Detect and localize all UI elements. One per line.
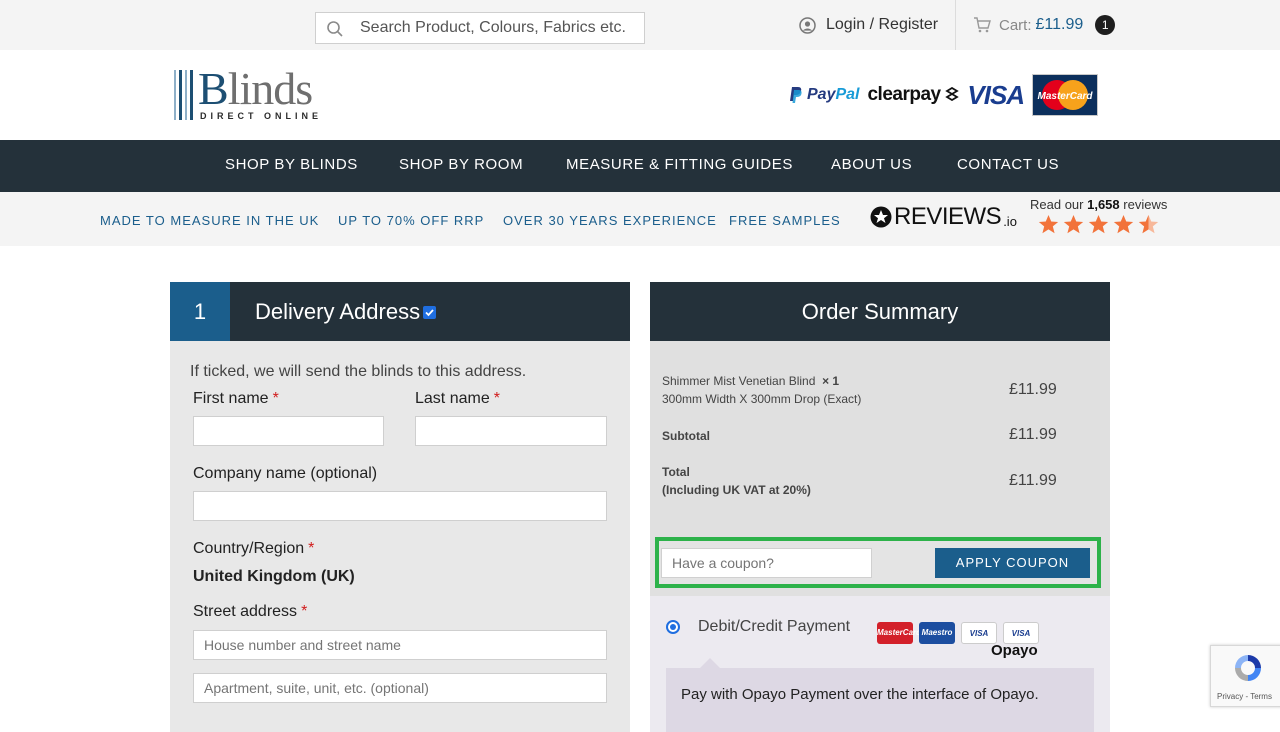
cart-icon <box>974 17 991 33</box>
street-address-input[interactable] <box>193 630 607 660</box>
payment-logos: PayPal clearpay VISA MasterCard <box>789 73 1099 117</box>
line-item-detail: 300mm Width X 300mm Drop (Exact) <box>662 392 862 406</box>
usp-free-samples: FREE SAMPLES <box>729 213 841 228</box>
nav-shop-by-blinds[interactable]: SHOP BY BLINDS <box>225 156 358 173</box>
order-summary-title: Order Summary <box>650 282 1110 341</box>
clearpay-logo: clearpay <box>867 84 960 106</box>
company-name-input[interactable] <box>193 491 607 521</box>
payment-method-label[interactable]: Debit/Credit Payment <box>698 618 850 636</box>
logo-subtitle: DIRECT ONLINE <box>200 111 323 121</box>
line-item-price: £11.99 <box>1009 381 1057 398</box>
main-nav: SHOP BY BLINDS SHOP BY ROOM MEASURE & FI… <box>0 140 1280 192</box>
half-star-icon <box>1138 215 1159 234</box>
first-name-input[interactable] <box>193 416 384 446</box>
star-icon <box>1038 215 1059 234</box>
step-number: 1 <box>170 282 230 341</box>
search-box[interactable] <box>315 12 645 44</box>
last-name-label: Last name * <box>415 390 500 407</box>
reviews-io-logo[interactable]: REVIEWS .io <box>870 203 1017 231</box>
total-value: £11.99 <box>1009 472 1057 489</box>
usp-experience: OVER 30 YEARS EXPERIENCE <box>503 213 717 228</box>
divider <box>955 0 956 50</box>
recaptcha-badge[interactable]: Privacy - Terms <box>1210 645 1280 707</box>
nav-contact-us[interactable]: CONTACT US <box>957 156 1059 173</box>
line-item: Shimmer Mist Venetian Blind × 1 300mm Wi… <box>662 372 861 408</box>
debit-credit-radio[interactable] <box>666 620 680 634</box>
user-icon <box>799 16 816 34</box>
logo-wordmark: Blinds <box>198 63 313 114</box>
top-utility-bar: Login / Register Cart: £11.99 1 <box>0 0 1280 50</box>
last-name-input[interactable] <box>415 416 607 446</box>
company-name-label: Company name (optional) <box>193 465 378 482</box>
nav-measure-fitting-guides[interactable]: MEASURE & FITTING GUIDES <box>566 156 793 173</box>
coupon-section: APPLY COUPON <box>655 537 1101 588</box>
login-label[interactable]: Login / Register <box>826 16 938 34</box>
coupon-input[interactable] <box>661 548 872 578</box>
mastercard-logo: MasterCard <box>1032 74 1099 116</box>
country-value: United Kingdom (UK) <box>193 568 355 585</box>
star-badge-icon <box>870 206 892 228</box>
visa-logo: VISA <box>967 79 1025 110</box>
line-item-qty: × 1 <box>822 374 840 388</box>
reviews-count-text[interactable]: Read our 1,658 reviews <box>1030 197 1167 212</box>
clearpay-arrows-icon <box>945 86 960 102</box>
line-item-name: Shimmer Mist Venetian Blind <box>662 374 816 388</box>
maestro-card-icon: Maestro <box>919 622 955 644</box>
opayo-logo: Opayo <box>991 642 1038 659</box>
nav-about-us[interactable]: ABOUT US <box>831 156 912 173</box>
subtotal-label: Subtotal <box>662 429 710 443</box>
reviews-logo-suffix: .io <box>1003 213 1017 229</box>
payment-description: Pay with Opayo Payment over the interfac… <box>681 686 1039 703</box>
card-logos: MasterCard Maestro VISA VISA <box>877 622 1039 644</box>
delivery-header: 1 Delivery Address <box>170 282 630 341</box>
nav-shop-by-room[interactable]: SHOP BY ROOM <box>399 156 523 173</box>
cart-link[interactable]: Cart: £11.99 1 <box>973 15 1116 35</box>
paypal-icon <box>790 87 802 103</box>
delivery-address-panel: 1 Delivery Address If ticked, we will se… <box>170 282 630 732</box>
checkmark-icon <box>425 309 434 317</box>
cart-amount: £11.99 <box>1035 16 1084 33</box>
star-icon <box>1063 215 1084 234</box>
street-address-2-input[interactable] <box>193 673 607 703</box>
delivery-title: Delivery Address <box>255 299 421 324</box>
order-summary-panel: Order Summary Shimmer Mist Venetian Blin… <box>650 282 1110 732</box>
mastercard-card-icon: MasterCard <box>877 622 921 644</box>
cart-label: Cart: <box>999 16 1032 34</box>
country-label: Country/Region * <box>193 540 315 557</box>
svg-text:MasterCard: MasterCard <box>1038 91 1094 102</box>
reviews-logo-text: REVIEWS <box>894 203 1002 230</box>
logo-bars-icon <box>174 70 193 120</box>
street-address-label: Street address * <box>193 603 308 620</box>
recaptcha-icon <box>1235 655 1261 681</box>
login-register-link[interactable]: Login / Register <box>799 14 938 36</box>
payment-method-section: Debit/Credit Payment MasterCard Maestro … <box>650 596 1110 732</box>
first-name-label: First name * <box>193 390 279 407</box>
visa-debit-card-icon: VISA <box>1003 622 1039 644</box>
mastercard-icon: MasterCard <box>1038 80 1094 110</box>
apply-coupon-button[interactable]: APPLY COUPON <box>935 548 1090 578</box>
cart-count-badge: 1 <box>1095 15 1116 35</box>
delivery-note: If ticked, we will send the blinds to th… <box>190 363 527 380</box>
recaptcha-footer[interactable]: Privacy - Terms <box>1217 692 1272 701</box>
star-icon <box>1088 215 1109 234</box>
delivery-checkbox[interactable] <box>423 306 436 319</box>
subtotal-value: £11.99 <box>1009 426 1057 443</box>
search-input[interactable] <box>360 17 640 39</box>
paypal-logo: PayPal <box>789 86 859 104</box>
payment-description-box: Pay with Opayo Payment over the interfac… <box>666 658 1094 732</box>
total-label: Total (Including UK VAT at 20%) <box>662 465 811 497</box>
usp-made-to-measure: MADE TO MEASURE IN THE UK <box>100 213 320 228</box>
rating-stars <box>1038 214 1159 235</box>
search-icon[interactable] <box>326 20 344 38</box>
visa-card-icon: VISA <box>961 622 997 644</box>
usp-discount: UP TO 70% OFF RRP <box>338 213 485 228</box>
site-logo[interactable]: Blinds DIRECT ONLINE <box>174 63 354 126</box>
star-icon <box>1113 215 1134 234</box>
